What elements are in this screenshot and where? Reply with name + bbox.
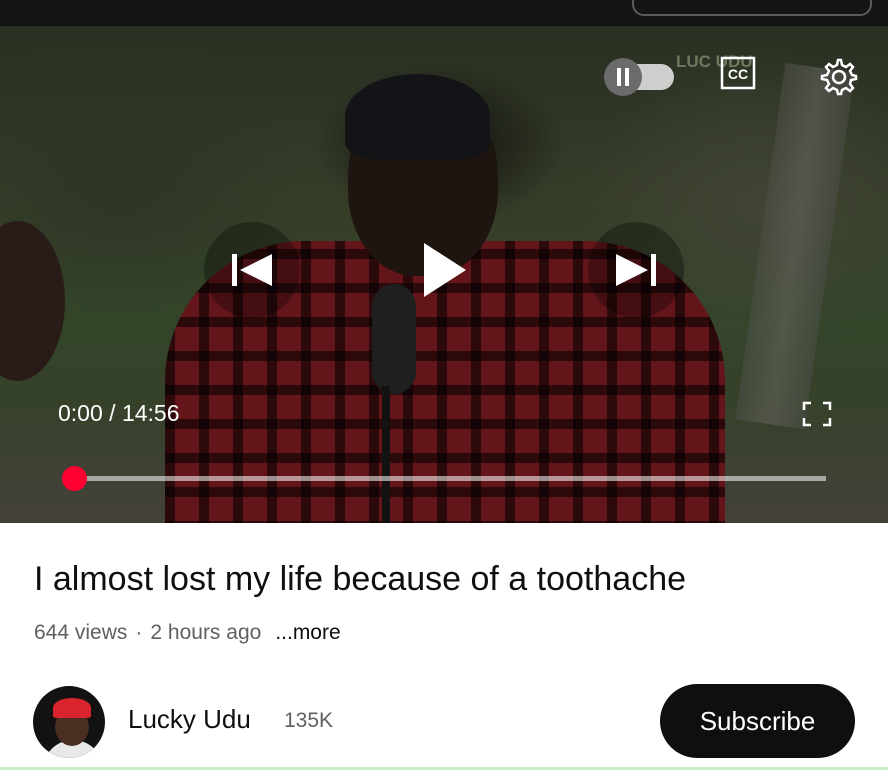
avatar-hat xyxy=(53,698,91,718)
meta-separator: · xyxy=(135,621,143,644)
svg-text:CC: CC xyxy=(728,66,748,82)
time-separator: / xyxy=(109,400,116,426)
view-count: 644 views xyxy=(34,621,128,644)
subscriber-count: 135K xyxy=(284,709,334,732)
cc-icon: CC xyxy=(720,56,756,90)
pause-icon xyxy=(604,58,642,96)
duration: 14:56 xyxy=(121,400,180,426)
progress-bar[interactable] xyxy=(74,476,826,481)
next-button[interactable] xyxy=(588,222,684,318)
previous-button[interactable] xyxy=(204,222,300,318)
progress-scrubber[interactable] xyxy=(61,466,87,491)
channel-name[interactable]: Lucky Udu xyxy=(128,704,251,735)
skip-previous-icon xyxy=(232,254,272,286)
gear-icon xyxy=(820,58,858,96)
captions-button[interactable]: CC xyxy=(720,56,756,90)
video-title: I almost lost my life because of a tooth… xyxy=(34,560,687,598)
current-time: 0:00 xyxy=(58,400,103,426)
top-bar-pill xyxy=(632,0,872,16)
play-icon xyxy=(424,243,466,297)
upload-age: 2 hours ago xyxy=(150,621,262,644)
time-display: 0:00 / 14:56 xyxy=(58,400,180,427)
autoplay-toggle[interactable] xyxy=(604,56,674,96)
more-link[interactable]: ...more xyxy=(275,621,340,644)
fullscreen-button[interactable] xyxy=(800,399,834,429)
channel-avatar[interactable] xyxy=(33,686,105,758)
play-button[interactable] xyxy=(396,222,492,318)
video-meta: 644 views · 2 hours ago ...more xyxy=(34,621,341,645)
subscribe-button[interactable]: Subscribe xyxy=(660,684,855,758)
settings-button[interactable] xyxy=(816,54,860,98)
fullscreen-icon xyxy=(802,401,832,427)
video-player[interactable]: LUC UDU CC 0:00 / 14:56 xyxy=(0,26,888,523)
top-bar xyxy=(0,0,888,26)
skip-next-icon xyxy=(616,254,656,286)
